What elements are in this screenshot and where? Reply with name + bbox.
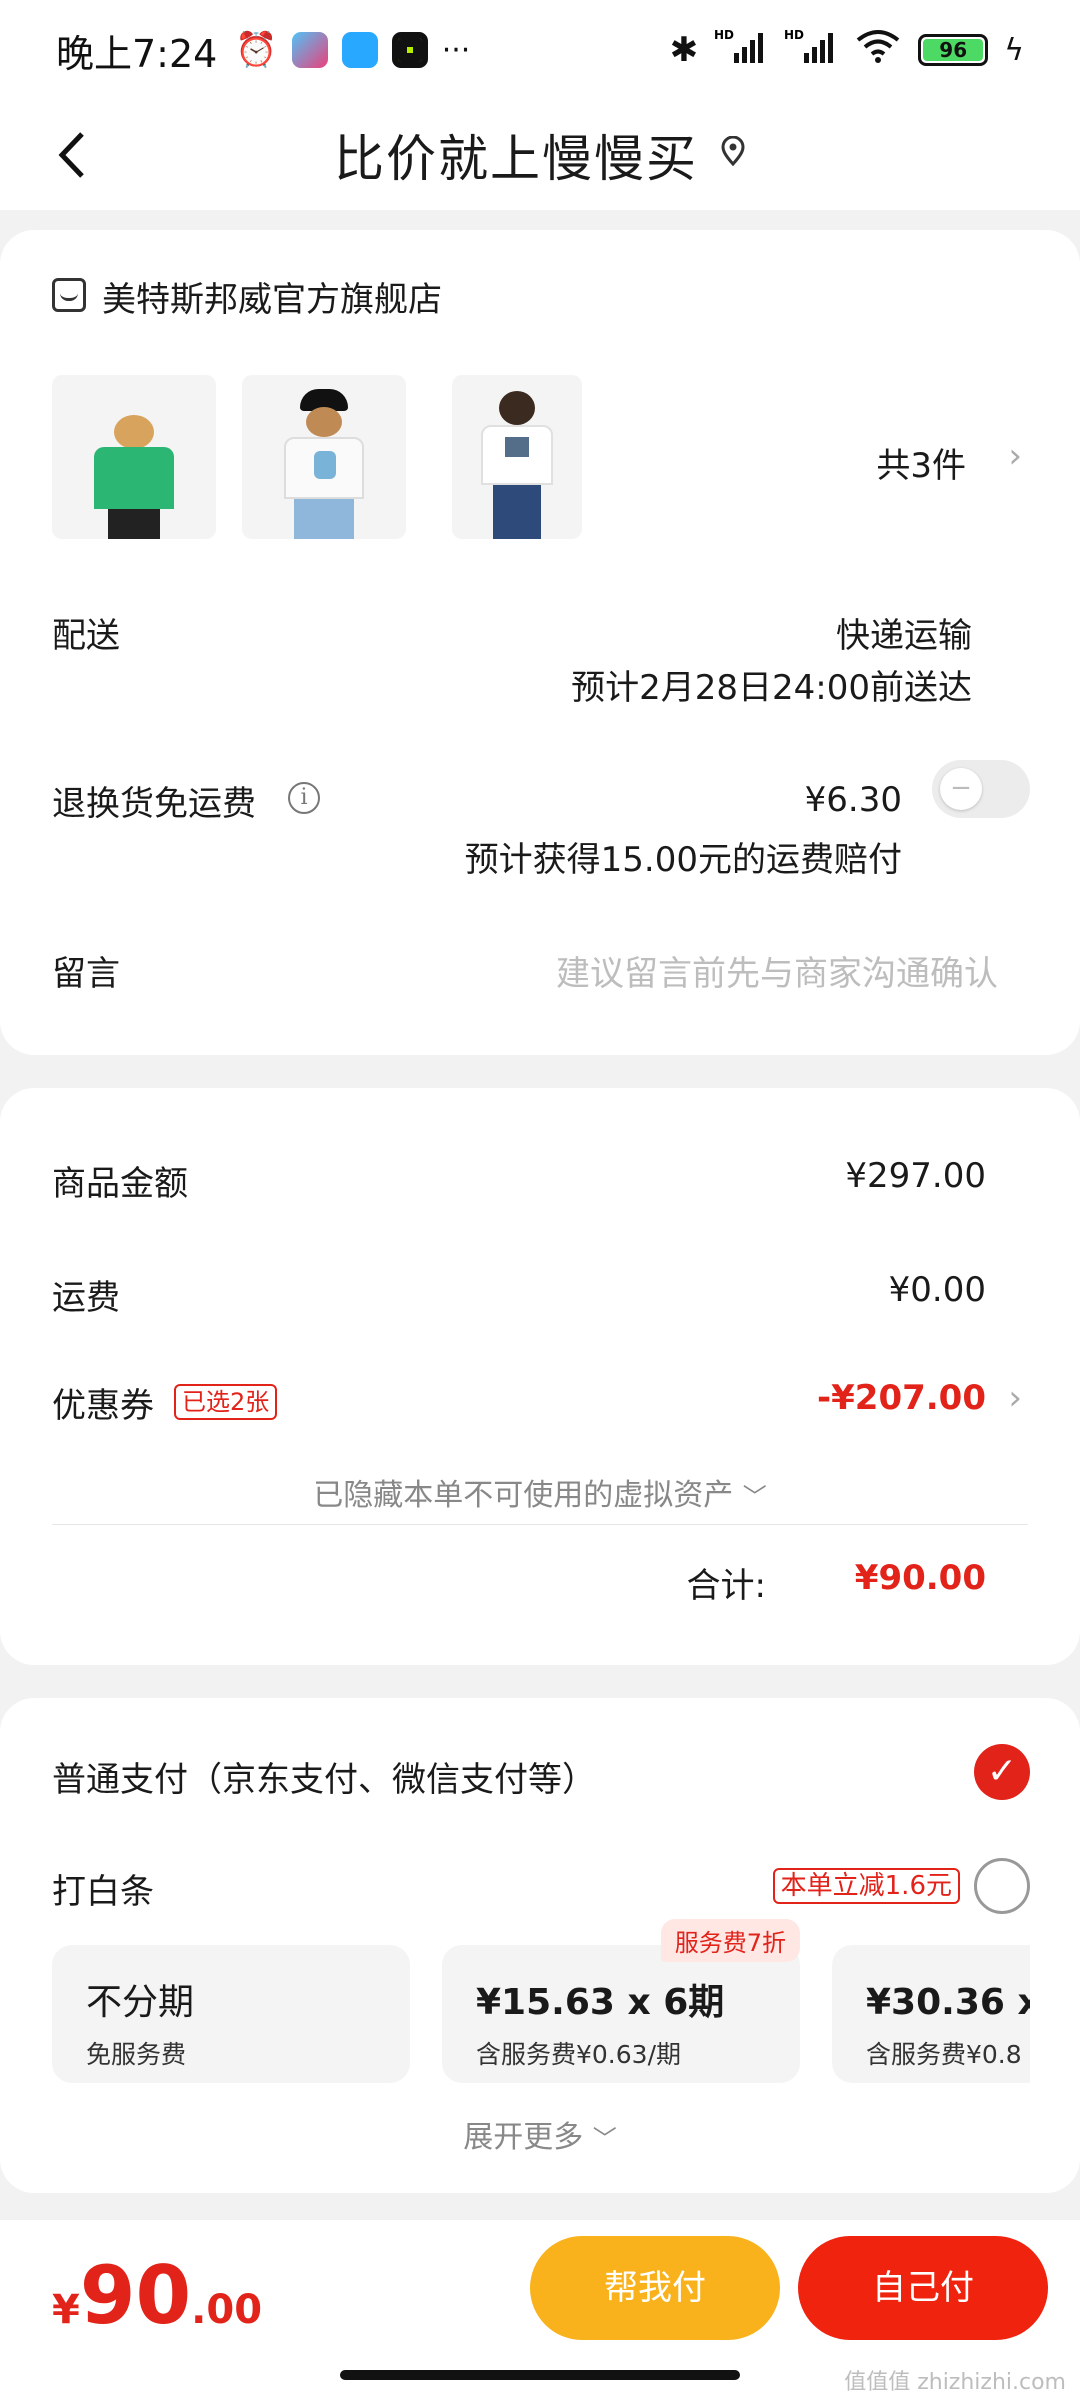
delivery-eta: 预计2月28日24:00前送达 bbox=[571, 668, 972, 708]
charging-icon: ϟ bbox=[1004, 32, 1024, 68]
installment-plan-none[interactable]: 不分期 免服务费 bbox=[52, 1945, 410, 2083]
product-image-figure bbox=[94, 415, 174, 539]
baitiao-label[interactable]: 打白条 bbox=[52, 1864, 154, 1913]
product-thumbnail[interactable] bbox=[242, 375, 406, 539]
signal-1-icon: HD bbox=[714, 27, 768, 73]
product-image-figure bbox=[481, 391, 553, 539]
return-insurance-price: ¥6.30 bbox=[804, 780, 902, 820]
plan-scroller-clip: ¥30.36 x 3期 含服务费¥0.8 bbox=[832, 1945, 1030, 2083]
footer-total: ¥90.00 bbox=[52, 2256, 262, 2336]
self-pay-button[interactable]: 自己付 bbox=[798, 2236, 1048, 2340]
delivery-method[interactable]: 快递运输 bbox=[836, 608, 972, 657]
footer-amount-dec: .00 bbox=[191, 2287, 263, 2333]
alarm-icon: ⏰ bbox=[235, 30, 278, 70]
footer-currency: ¥ bbox=[52, 2287, 80, 2333]
message-label: 留言 bbox=[52, 954, 120, 994]
chevron-down-icon: ﹀ bbox=[592, 2125, 617, 2153]
baitiao-discount-badge: 本单立减1.6元 bbox=[772, 1868, 960, 1904]
delivery-label: 配送 bbox=[52, 616, 120, 656]
hidden-assets-toggle[interactable]: 已隐藏本单不可使用的虚拟资产 ﹀ bbox=[0, 1470, 1080, 1514]
goods-amount-value: ¥297.00 bbox=[845, 1156, 986, 1196]
plan-title: ¥15.63 x 6期 bbox=[476, 1982, 725, 2023]
coupon-value[interactable]: -¥207.00 bbox=[817, 1378, 986, 1418]
product-thumbnail[interactable] bbox=[52, 375, 216, 539]
shipping-label: 运费 bbox=[52, 1278, 120, 1318]
service-fee-discount-tag: 服务费7折 bbox=[660, 1919, 800, 1962]
installment-plan-6[interactable]: ¥15.63 x 6期 含服务费¥0.63/期 服务费7折 bbox=[442, 1919, 800, 2083]
bluetooth-icon: ✱ bbox=[669, 30, 699, 70]
goods-amount-label: 商品金额 bbox=[52, 1164, 188, 1204]
product-thumbnail[interactable] bbox=[452, 375, 582, 539]
plan-subtitle: 含服务费¥0.63/期 bbox=[476, 2040, 681, 2069]
return-insurance-desc: 预计获得15.00元的运费赔付 bbox=[464, 840, 902, 880]
plan-subtitle: 免服务费 bbox=[86, 2040, 187, 2069]
baitiao-radio[interactable] bbox=[974, 1858, 1030, 1914]
chevron-down-icon: ﹀ bbox=[742, 1483, 767, 1511]
total-label: 合计: bbox=[686, 1566, 766, 1606]
chevron-right-icon[interactable]: › bbox=[1008, 1378, 1022, 1418]
video-app-icon bbox=[291, 32, 328, 68]
normal-payment-label[interactable]: 普通支付（京东支付、微信支付等） bbox=[52, 1752, 596, 1801]
nav-bar: 比价就上慢慢买 bbox=[0, 100, 1080, 210]
installment-plan-3[interactable]: ¥30.36 x 3期 含服务费¥0.8 bbox=[832, 1945, 1030, 2083]
green-app-icon bbox=[391, 32, 428, 68]
store-icon bbox=[52, 278, 86, 312]
checkmark-icon[interactable]: ✓ bbox=[974, 1744, 1030, 1800]
price-summary-card: 商品金额 ¥297.00 运费 ¥0.00 优惠券 已选2张 -¥207.00 … bbox=[0, 1088, 1080, 1665]
message-input[interactable]: 建议留言前先与商家沟通确认 bbox=[556, 946, 998, 995]
coupon-label[interactable]: 优惠券 bbox=[52, 1378, 154, 1427]
coupon-selected-badge: 已选2张 bbox=[174, 1384, 278, 1420]
footer-amount-int: 90 bbox=[79, 2249, 192, 2342]
plan-title: 不分期 bbox=[86, 1982, 195, 2023]
status-time: 晚上7:24 bbox=[56, 31, 218, 76]
status-notification-icons: ⏰ ··· bbox=[235, 30, 470, 70]
wifi-icon bbox=[854, 28, 902, 72]
battery-icon: 96 bbox=[918, 34, 989, 66]
product-image-figure bbox=[284, 389, 364, 539]
chevron-right-icon[interactable]: › bbox=[1008, 436, 1022, 476]
chat-app-icon bbox=[341, 32, 378, 68]
divider bbox=[52, 1524, 1028, 1525]
items-count[interactable]: 共3件 bbox=[876, 438, 966, 487]
store-name[interactable]: 美特斯邦威官方旗舰店 bbox=[102, 272, 442, 321]
location-pin-icon[interactable] bbox=[720, 135, 746, 174]
return-insurance-label: 退换货免运费 bbox=[52, 784, 256, 824]
battery-level: 96 bbox=[923, 38, 984, 62]
plan-title: ¥30.36 x 3期 bbox=[866, 1982, 1030, 2023]
signal-2-icon: HD bbox=[784, 27, 838, 73]
back-button[interactable] bbox=[52, 122, 112, 188]
toggle-knob: − bbox=[940, 768, 982, 810]
page-title: 比价就上慢慢买 bbox=[334, 130, 698, 188]
hidden-assets-text: 已隐藏本单不可使用的虚拟资产 bbox=[313, 1478, 734, 1513]
watermark: 值值值 zhizhizhi.com bbox=[844, 2370, 1066, 2395]
expand-more-button[interactable]: 展开更多 ﹀ bbox=[0, 2112, 1080, 2156]
shipping-value: ¥0.00 bbox=[888, 1270, 986, 1310]
svg-text:HD: HD bbox=[714, 28, 734, 42]
total-value: ¥90.00 bbox=[854, 1558, 986, 1598]
info-icon[interactable]: i bbox=[288, 782, 320, 814]
more-notifications-icon: ··· bbox=[441, 32, 471, 68]
status-bar: 晚上7:24 ⏰ ··· ✱ HD HD 96 ϟ bbox=[0, 0, 1080, 100]
help-pay-button[interactable]: 帮我付 bbox=[530, 2236, 780, 2340]
svg-text:HD: HD bbox=[784, 28, 804, 42]
order-info-card: 美特斯邦威官方旗舰店 共3件 › 配送 快递运输 预计2月28日24:00前送达… bbox=[0, 230, 1080, 1055]
chevron-left-icon bbox=[58, 132, 84, 178]
home-indicator[interactable] bbox=[340, 2370, 740, 2380]
status-system-icons: ✱ HD HD 96 ϟ bbox=[670, 27, 1024, 73]
return-insurance-toggle[interactable]: − bbox=[932, 760, 1030, 818]
expand-more-text: 展开更多 bbox=[463, 2120, 584, 2155]
plan-subtitle: 含服务费¥0.8 bbox=[866, 2040, 1022, 2069]
